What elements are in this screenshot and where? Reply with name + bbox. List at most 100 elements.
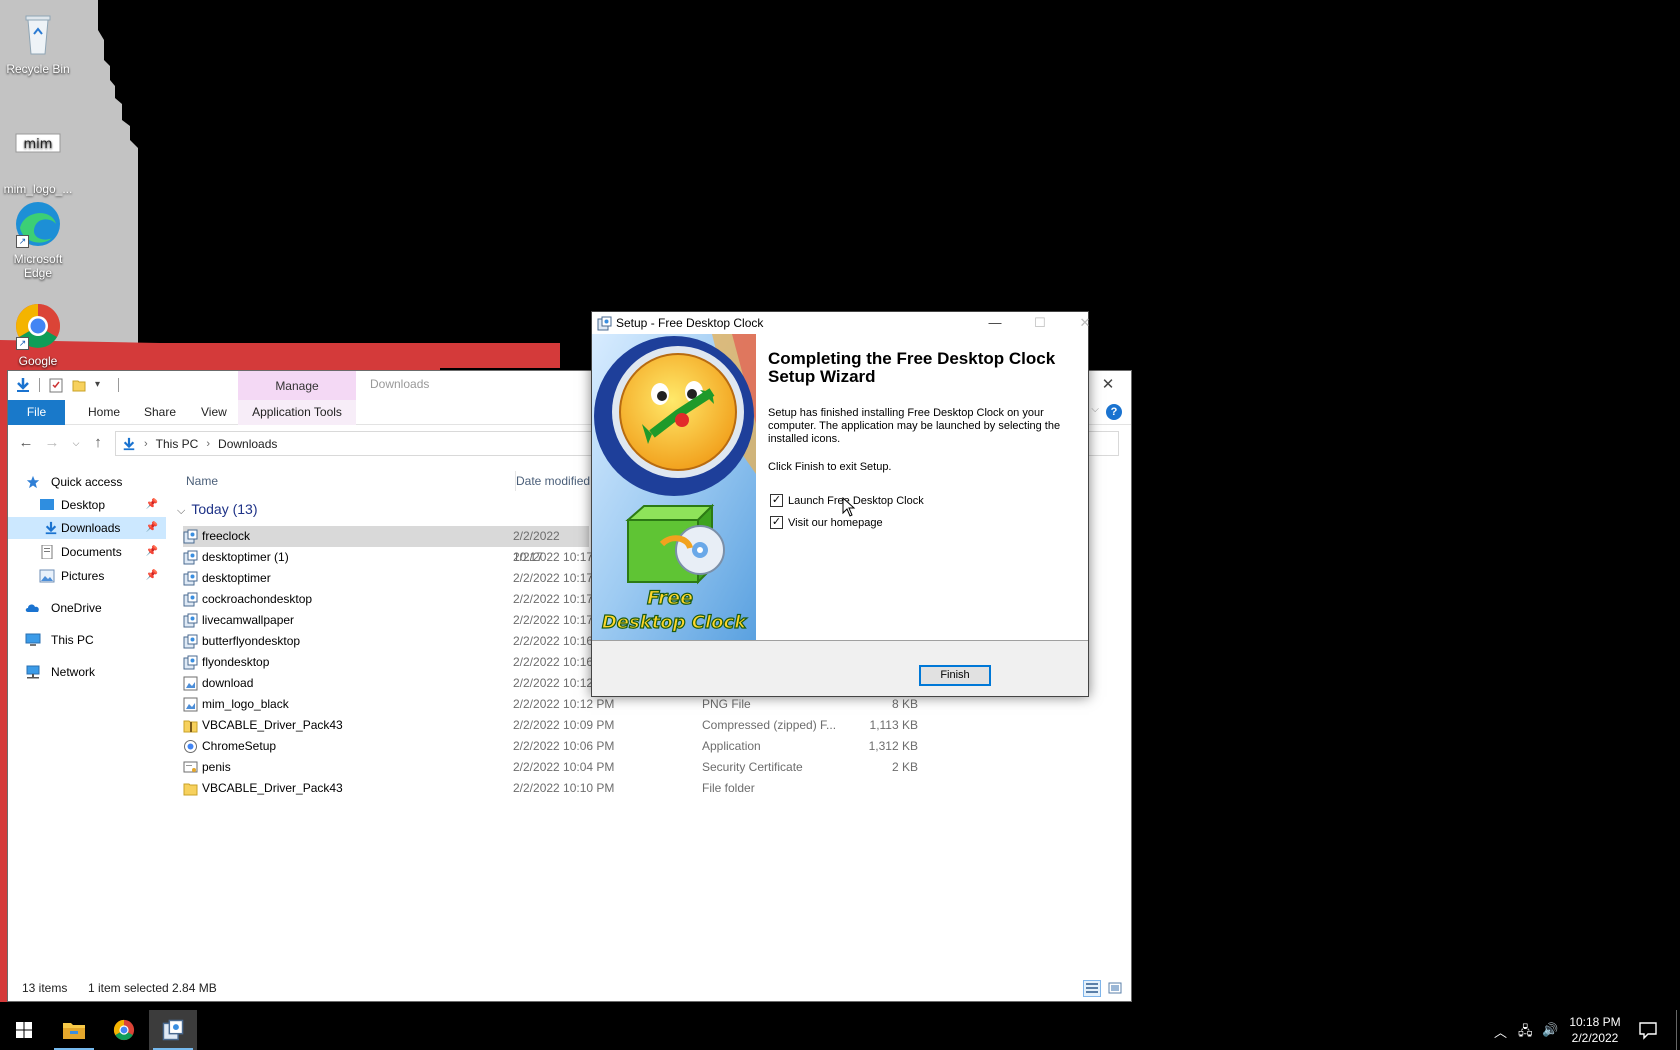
chevron-down-icon[interactable]: ⌵ bbox=[1091, 404, 1099, 415]
toolbar-separator bbox=[39, 378, 40, 392]
breadcrumb-downloads[interactable]: Downloads bbox=[218, 437, 277, 451]
download-arrow-icon[interactable] bbox=[16, 377, 30, 393]
desktop-icon-mim-logo[interactable]: mim mim_logo_... bbox=[0, 130, 76, 196]
homepage-checkbox[interactable]: ✓ bbox=[770, 516, 783, 529]
customize-toolbar-icon[interactable]: ▾ bbox=[95, 377, 109, 393]
column-date-modified[interactable]: Date modified bbox=[516, 474, 590, 488]
app-icon bbox=[184, 740, 197, 753]
forward-arrow-icon[interactable]: → bbox=[42, 433, 62, 453]
breadcrumb-separator: › bbox=[144, 437, 148, 450]
properties-icon[interactable] bbox=[49, 377, 63, 393]
details-view-icon[interactable] bbox=[1083, 980, 1101, 997]
nav-item-label: Downloads bbox=[61, 521, 121, 535]
nav-item-onedrive[interactable]: OneDrive bbox=[25, 597, 166, 619]
close-icon[interactable]: ✕ bbox=[1085, 371, 1131, 400]
pin-icon[interactable]: 📌 bbox=[146, 494, 158, 516]
show-desktop-button[interactable] bbox=[1676, 1010, 1677, 1050]
file-row[interactable]: mim_logo_black 2/2/2022 10:12 PM PNG Fil… bbox=[183, 694, 1131, 715]
pin-icon[interactable]: 📌 bbox=[146, 541, 158, 563]
volume-icon[interactable]: 🔊 bbox=[1542, 1022, 1558, 1038]
nav-item-pictures[interactable]: Pictures 📌 bbox=[31, 565, 166, 587]
file-date: 2/2/2022 10:09 PM bbox=[513, 718, 615, 732]
file-name: ChromeSetup bbox=[202, 739, 277, 753]
setup-icon bbox=[183, 592, 198, 607]
tab-application-tools[interactable]: Application Tools bbox=[238, 400, 356, 425]
file-row[interactable]: freeclock 2/2/2022 10:17 bbox=[183, 526, 589, 564]
downloads-icon bbox=[45, 521, 57, 535]
nav-item-desktop[interactable]: Desktop 📌 bbox=[31, 494, 166, 516]
file-type: PNG File bbox=[702, 697, 751, 711]
wizard-instruction: Click Finish to exit Setup. bbox=[768, 461, 892, 473]
nav-item-downloads[interactable]: Downloads 📌 bbox=[8, 517, 166, 539]
large-icons-view-icon[interactable] bbox=[1106, 980, 1124, 997]
nav-item-label: OneDrive bbox=[51, 601, 102, 615]
pictures-icon bbox=[39, 569, 55, 583]
file-date: 2/2/2022 10:17 bbox=[513, 571, 594, 585]
nav-item-network[interactable]: Network bbox=[25, 661, 166, 683]
desktop-icon-recycle-bin[interactable]: Recycle Bin bbox=[0, 10, 76, 76]
file-row[interactable]: ChromeSetup 2/2/2022 10:06 PM Applicatio… bbox=[183, 736, 1131, 757]
launch-checkbox[interactable]: ✓ bbox=[770, 494, 783, 507]
file-row[interactable]: penis 2/2/2022 10:04 PM Security Certifi… bbox=[183, 757, 1131, 778]
system-clock[interactable]: 10:18 PM 2/2/2022 bbox=[1560, 1014, 1630, 1046]
tab-view[interactable]: View bbox=[191, 400, 237, 425]
pin-icon[interactable]: 📌 bbox=[146, 565, 158, 587]
windows-logo-icon bbox=[16, 1022, 32, 1038]
downloads-icon bbox=[123, 437, 135, 450]
minimize-icon[interactable]: — bbox=[975, 312, 1015, 334]
file-size: 1,113 KB bbox=[869, 718, 918, 732]
chevron-down-icon: ⌵ bbox=[177, 505, 186, 517]
desktop-icon-microsoft-edge[interactable]: ↗ Microsoft Edge bbox=[0, 200, 76, 280]
file-date: 2/2/2022 10:17 bbox=[513, 613, 594, 627]
file-type: File folder bbox=[702, 781, 755, 795]
manage-contextual-tab[interactable]: Manage bbox=[238, 371, 356, 400]
up-arrow-icon[interactable]: ↑ bbox=[88, 433, 108, 453]
taskbar-setup[interactable] bbox=[149, 1010, 197, 1050]
desktop-icon-label: Microsoft Edge bbox=[13, 252, 63, 280]
file-date: 2/2/2022 10:06 PM bbox=[513, 739, 615, 753]
nav-item-quick-access[interactable]: Quick access bbox=[25, 471, 166, 493]
show-hidden-icons-icon[interactable]: ︿ bbox=[1494, 1022, 1507, 1041]
file-row[interactable]: VBCABLE_Driver_Pack43 2/2/2022 10:09 PM … bbox=[183, 715, 1131, 736]
recent-locations-icon[interactable]: ⌵ bbox=[66, 433, 86, 453]
file-date: 2/2/2022 10:16 bbox=[513, 655, 594, 669]
tab-file[interactable]: File bbox=[8, 400, 65, 425]
help-icon[interactable]: ? bbox=[1106, 404, 1122, 420]
file-size: 8 KB bbox=[891, 697, 918, 711]
notifications-icon[interactable] bbox=[1638, 1020, 1658, 1040]
column-name[interactable]: Name bbox=[186, 474, 218, 488]
setup-wizard-dialog: Setup - Free Desktop Clock — ☐ ✕ Free De… bbox=[591, 311, 1090, 697]
dialog-titlebar: Setup - Free Desktop Clock — ☐ ✕ bbox=[592, 312, 1090, 334]
start-button[interactable] bbox=[0, 1010, 48, 1050]
file-date: 2/2/2022 10:17 bbox=[513, 550, 594, 564]
network-status-icon[interactable]: 🖧 bbox=[1518, 1022, 1533, 1044]
homepage-checkbox-row[interactable]: ✓ Visit our homepage bbox=[770, 516, 883, 529]
desktop-icon-google-chrome[interactable]: ↗ Google bbox=[0, 302, 76, 368]
desktop-icon-label: Google bbox=[18, 354, 58, 368]
file-name: desktoptimer bbox=[202, 571, 271, 585]
file-date: 2/2/2022 10:12 PM bbox=[513, 697, 615, 711]
nav-item-label: Desktop bbox=[61, 498, 106, 512]
breadcrumb-this-pc[interactable]: This PC bbox=[156, 437, 199, 451]
clock-date: 2/2/2022 bbox=[1571, 1031, 1619, 1045]
folder-icon bbox=[183, 783, 198, 796]
setup-icon bbox=[597, 316, 612, 331]
setup-icon bbox=[183, 529, 198, 544]
tab-home[interactable]: Home bbox=[78, 400, 130, 425]
back-arrow-icon[interactable]: ← bbox=[16, 433, 36, 453]
new-folder-icon[interactable] bbox=[72, 377, 86, 393]
computer-icon bbox=[25, 633, 41, 646]
taskbar-chrome[interactable] bbox=[100, 1010, 148, 1050]
file-name: butterflyondesktop bbox=[202, 634, 301, 648]
pin-icon[interactable]: 📌 bbox=[146, 517, 158, 539]
file-row[interactable]: VBCABLE_Driver_Pack43 2/2/2022 10:10 PM … bbox=[183, 778, 1131, 799]
nav-item-documents[interactable]: Documents 📌 bbox=[31, 541, 166, 563]
file-date: 2/2/2022 10:04 PM bbox=[513, 760, 615, 774]
group-header-today[interactable]: ⌵ Today (13) bbox=[177, 501, 258, 518]
finish-button[interactable]: Finish bbox=[919, 665, 991, 686]
nav-item-this-pc[interactable]: This PC bbox=[25, 629, 166, 651]
tab-share[interactable]: Share bbox=[134, 400, 186, 425]
item-count: 13 items bbox=[22, 981, 68, 995]
taskbar-file-explorer[interactable] bbox=[50, 1010, 98, 1050]
explorer-window-title: Downloads bbox=[370, 377, 430, 391]
